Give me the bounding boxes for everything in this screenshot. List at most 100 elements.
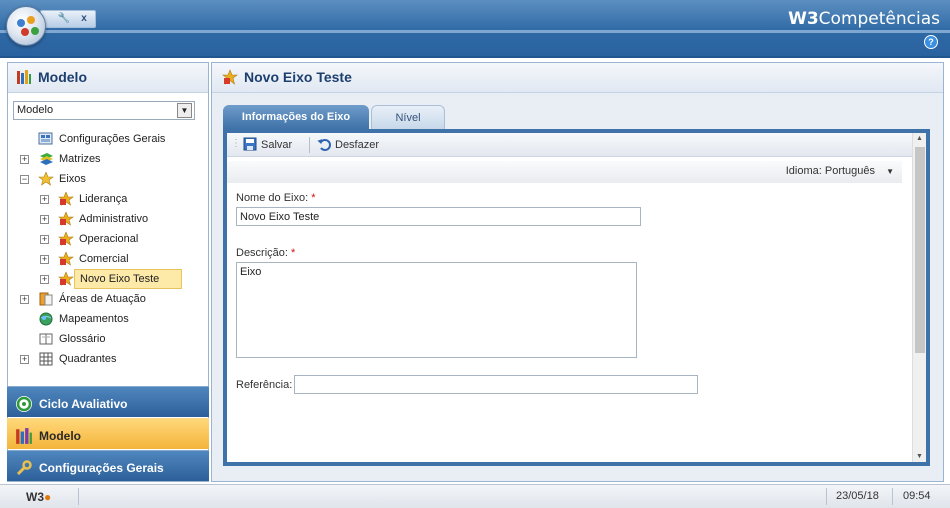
tree-node-label: Glossário xyxy=(59,333,106,345)
accordion-configuracoes-gerais[interactable]: Configurações Gerais xyxy=(7,450,209,481)
form-frame: ⋮ Salvar Desfazer Idioma: Português ▼ No… xyxy=(223,129,930,466)
form-toolbar: ⋮ Salvar Desfazer xyxy=(227,133,926,157)
model-icon xyxy=(17,70,31,84)
wrench-icon[interactable]: 🔧 xyxy=(55,12,73,26)
language-value: Português xyxy=(824,165,876,177)
tab-nivel[interactable]: Nível xyxy=(371,105,445,129)
app-menu-button[interactable] xyxy=(6,6,46,46)
accordion-modelo[interactable]: Modelo xyxy=(7,418,209,449)
status-date: 23/05/18 xyxy=(836,490,879,502)
expand-icon[interactable]: + xyxy=(40,215,49,224)
required-mark: * xyxy=(291,247,296,259)
page-title: Novo Eixo Teste xyxy=(244,69,352,85)
status-divider xyxy=(892,488,893,505)
save-button[interactable]: Salvar xyxy=(243,137,292,153)
model-select[interactable]: Modelo ▼ xyxy=(13,101,195,120)
reference-field-label: Referência: xyxy=(236,379,293,391)
brand-logo: W3Competências xyxy=(788,9,940,29)
reference-field[interactable] xyxy=(294,375,698,394)
status-divider xyxy=(826,488,827,505)
axis-icon xyxy=(58,211,74,226)
tree-node-label: Mapeamentos xyxy=(59,313,129,325)
globe-icon xyxy=(38,312,54,326)
tree-node-quadrantes[interactable]: + Quadrantes xyxy=(16,349,206,369)
save-icon xyxy=(243,137,257,151)
required-mark: * xyxy=(311,192,316,204)
tree-node-mapeamentos[interactable]: Mapeamentos xyxy=(16,309,206,329)
wrench-icon xyxy=(15,459,33,477)
tree-node-areas-de-atuacao[interactable]: + Áreas de Atuação xyxy=(16,289,206,309)
accordion-label: Ciclo Avaliativo xyxy=(39,397,128,411)
tree-node-label: Matrizes xyxy=(59,153,101,165)
tree-node-label: Eixos xyxy=(59,173,86,185)
expand-icon[interactable]: + xyxy=(40,195,49,204)
cycle-icon xyxy=(15,395,33,413)
language-select[interactable]: Idioma: Português ▼ xyxy=(786,165,894,177)
expand-icon[interactable]: + xyxy=(20,355,29,364)
language-bar: Idioma: Português ▼ xyxy=(227,161,902,183)
tree-node-label: Áreas de Atuação xyxy=(59,293,146,305)
expand-icon[interactable]: + xyxy=(20,295,29,304)
tab-informacoes-do-eixo[interactable]: Informações do Eixo xyxy=(223,105,369,129)
expand-icon[interactable]: + xyxy=(40,275,49,284)
tree-node-matrizes[interactable]: + Matrizes xyxy=(16,149,206,169)
tree-node-operacional[interactable]: + Operacional xyxy=(16,229,206,249)
description-field[interactable]: Eixo xyxy=(236,262,637,358)
undo-label: Desfazer xyxy=(335,139,380,151)
tree-node-lideranca[interactable]: + Liderança xyxy=(16,189,206,209)
status-bar: W3● 23/05/18 09:54 xyxy=(0,484,950,508)
close-icon[interactable]: x xyxy=(75,12,93,26)
axis-icon xyxy=(58,231,74,246)
undo-button[interactable]: Desfazer xyxy=(317,137,379,153)
book-icon xyxy=(38,332,54,346)
name-field[interactable] xyxy=(236,207,641,226)
tree-node-glossario[interactable]: Glossário xyxy=(16,329,206,349)
title-bar: 🔧 x W3Competências ? xyxy=(0,0,950,58)
axis-icon xyxy=(58,271,74,286)
config-icon xyxy=(38,132,54,146)
status-logo: W3● xyxy=(26,490,52,504)
scroll-up-icon[interactable]: ▲ xyxy=(916,135,923,142)
tree-node-label: Comercial xyxy=(79,253,129,265)
content-panel: Novo Eixo Teste Informações do Eixo Níve… xyxy=(211,62,944,482)
tree-node-label: Novo Eixo Teste xyxy=(74,269,183,289)
tree-node-label: Liderança xyxy=(79,193,128,205)
help-icon[interactable]: ? xyxy=(924,35,938,49)
model-icon xyxy=(15,427,33,445)
collapse-icon[interactable]: − xyxy=(20,175,29,184)
form-scrollbar[interactable]: ▲ ▼ xyxy=(912,133,926,462)
grid-icon xyxy=(38,352,54,366)
toolbar-separator xyxy=(309,137,310,153)
chevron-down-icon[interactable]: ▼ xyxy=(177,103,192,118)
axis-icon xyxy=(58,191,74,206)
expand-icon[interactable]: + xyxy=(40,235,49,244)
tree-node-label: Administrativo xyxy=(79,213,149,225)
scrollbar-thumb[interactable] xyxy=(915,147,925,353)
quick-access-toolbar: 🔧 x xyxy=(40,10,96,28)
axis-icon xyxy=(222,69,238,85)
scroll-down-icon[interactable]: ▼ xyxy=(916,453,923,460)
accordion-label: Configurações Gerais xyxy=(39,461,164,475)
tree-node-comercial[interactable]: + Comercial xyxy=(16,249,206,269)
undo-icon xyxy=(317,139,331,151)
name-field-label: Nome do Eixo: * xyxy=(236,192,316,204)
title-bar-stripe xyxy=(0,30,950,33)
tree-node-novo-eixo-teste[interactable]: + Novo Eixo Teste xyxy=(16,269,206,289)
layers-icon xyxy=(38,152,54,166)
expand-icon[interactable]: + xyxy=(40,255,49,264)
save-label: Salvar xyxy=(261,139,293,151)
left-panel-title: Modelo xyxy=(38,69,87,85)
navigation-tree: Configurações Gerais + Matrizes − Eixos + Lide… xyxy=(16,129,206,369)
tree-node-label: Configurações Gerais xyxy=(59,133,166,145)
status-divider xyxy=(78,488,79,505)
tree-node-configuracoes-gerais[interactable]: Configurações Gerais xyxy=(16,129,206,149)
toolbar-grip: ⋮ xyxy=(231,138,241,149)
star-icon xyxy=(38,171,54,186)
expand-icon[interactable]: + xyxy=(20,155,29,164)
tree-node-administrativo[interactable]: + Administrativo xyxy=(16,209,206,229)
tree-node-label: Quadrantes xyxy=(59,353,117,365)
tree-node-eixos[interactable]: − Eixos xyxy=(16,169,206,189)
accordion-ciclo-avaliativo[interactable]: Ciclo Avaliativo xyxy=(7,386,209,417)
folder-icon xyxy=(38,292,54,306)
language-label: Idioma: xyxy=(785,165,822,177)
